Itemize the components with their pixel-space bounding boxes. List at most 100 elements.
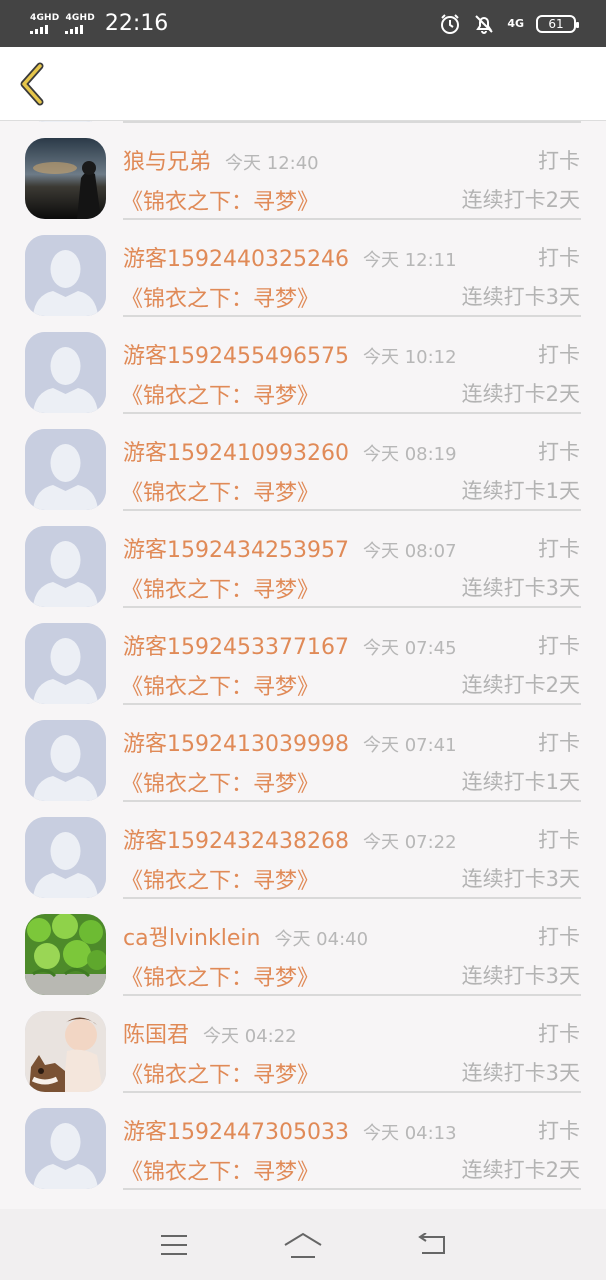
home-button[interactable] [283,1225,323,1265]
book-title-link[interactable]: 《锦衣之下：寻梦》 [121,863,319,895]
list-item[interactable]: 游客1592410993260 今天 08:19 打卡《锦衣之下：寻梦》 连续打卡1天 [0,413,606,511]
avatar[interactable] [25,332,106,413]
signal-icon [30,24,48,34]
checkin-time: 今天 12:11 [362,250,457,271]
list-item[interactable]: ca꿩lvinklein 今天 04:40 打卡《锦衣之下：寻梦》 连续打卡3天 [0,898,606,996]
checkin-label: 打卡 [538,440,580,464]
user-name-text: 游客1592455496575 [123,344,349,369]
avatar[interactable] [25,623,106,704]
user-name[interactable]: 游客1592413039998 今天 07:41 [123,726,457,758]
avatar[interactable] [25,235,106,316]
user-name[interactable]: 陈国君 今天 04:22 [123,1017,297,1049]
book-title-link[interactable]: 《锦衣之下：寻梦》 [121,766,319,798]
network-indicator-2: 4GHD [65,12,95,34]
list-item[interactable]: 游客1592434253957 今天 08:07 打卡《锦衣之下：寻梦》 连续打卡3天 [0,510,606,608]
checkin-label: 打卡 [538,1022,580,1046]
checkin-time: 今天 12:40 [225,153,319,174]
avatar[interactable] [25,914,106,995]
checkin-label: 打卡 [538,343,580,367]
streak-count: 连续打卡1天 [461,770,580,794]
book-title-link[interactable]: 《锦衣之下：寻梦》 [121,184,319,216]
streak-count: 连续打卡3天 [461,576,580,600]
book-title-link[interactable]: 《锦衣之下：寻梦》 [121,281,319,313]
book-title-link[interactable]: 《锦衣之下：寻梦》 [121,572,319,604]
book-title-link[interactable]: 《锦衣之下：寻梦》 [121,1057,319,1089]
checkin-label: 打卡 [538,537,580,561]
user-name[interactable]: 游客1592447305033 今天 04:13 [123,1114,457,1146]
user-name[interactable]: 游客1592434253957 今天 08:07 [123,532,457,564]
user-name[interactable]: ca꿩lvinklein 今天 04:40 [123,920,368,952]
list-item[interactable]: 游客1592413039998 今天 07:41 打卡《锦衣之下：寻梦》 连续打卡1天 [0,704,606,802]
clock: 22:16 [104,11,169,36]
checkin-time: 今天 07:45 [362,638,457,659]
checkin-label: 打卡 [538,828,580,852]
network-label-2: 4GHD [65,12,95,23]
checkin-time: 今天 07:41 [362,735,457,756]
user-name[interactable]: 狼与兄弟 今天 12:40 [123,144,319,176]
streak-count: 连续打卡3天 [461,964,580,988]
battery-level: 61 [548,16,564,31]
checkin-time: 今天 08:07 [362,541,457,562]
checkin-list-inner: 狼与兄弟 今天 12:40 打卡 《锦衣之下：寻梦》 连续打卡2天 游客159244032… [0,121,606,1190]
user-name-text: 狼与兄弟 [123,150,212,175]
list-item[interactable]: 游客1592447305033 今天 04:13 打卡《锦衣之下：寻梦》 连续打卡2天 [0,1092,606,1190]
book-title-link[interactable]: 《锦衣之下：寻梦》 [121,960,319,992]
streak-count: 连续打卡2天 [461,382,580,406]
avatar[interactable] [25,1011,106,1092]
list-item[interactable]: 游客1592432438268 今天 07:22 打卡 《锦衣之下：寻梦》 连续打卡3天 [0,801,606,899]
checkin-label: 打卡 [538,246,580,270]
list-item[interactable]: 游客1592455496575 今天 10:12 打卡《锦衣之下：寻梦》 连续打卡2天 [0,316,606,414]
avatar[interactable] [25,1108,106,1189]
system-nav-bar [0,1209,606,1280]
checkin-time: 今天 08:19 [362,444,457,465]
back-nav-button[interactable] [412,1225,452,1265]
user-name-text: 陈国君 [123,1023,190,1048]
checkin-label: 打卡 [538,634,580,658]
list-item[interactable]: 游客1592453377167 今天 07:45 打卡 《锦衣之下：寻梦》 连续打卡2天 [0,607,606,705]
checkin-label: 打卡 [538,149,580,173]
avatar[interactable] [25,138,106,219]
signal-icon [65,24,84,34]
checkin-label: 打卡 [538,925,580,949]
checkin-label: 打卡 [538,731,580,755]
back-button[interactable] [12,59,52,109]
menu-button[interactable] [154,1225,194,1265]
divider [123,1188,581,1190]
book-title-link[interactable]: 《锦衣之下：寻梦》 [121,1154,319,1186]
user-name[interactable]: 游客1592453377167 今天 07:45 [123,629,457,661]
user-name[interactable]: 游客1592440325246 今天 12:11 [123,241,457,273]
streak-count: 连续打卡1天 [461,479,580,503]
user-name-text: ca꿩lvinklein [123,926,261,951]
streak-count: 连续打卡2天 [461,188,580,212]
checkin-time: 今天 04:40 [274,929,369,950]
list-item[interactable]: 游客1592440325246 今天 12:11 打卡 《锦衣之下：寻梦》 连续打卡3天 [0,219,606,317]
avatar[interactable] [25,817,106,898]
streak-count: 连续打卡2天 [461,1158,580,1182]
user-name-text: 游客1592432438268 [123,829,349,854]
lte-indicator: 4G [507,17,524,30]
avatar[interactable] [25,720,106,801]
streak-count: 连续打卡3天 [461,1061,580,1085]
user-name[interactable]: 游客1592432438268 今天 07:22 [123,823,457,855]
book-title-link[interactable]: 《锦衣之下：寻梦》 [121,475,319,507]
menu-icon [161,1234,188,1255]
book-title-link[interactable]: 《锦衣之下：寻梦》 [121,378,319,410]
list-item[interactable]: 陈国君 今天 04:22 打卡《锦衣之下：寻梦》 连续打卡3天 [0,995,606,1093]
book-title-link[interactable]: 《锦衣之下：寻梦》 [121,669,319,701]
user-name-text: 游客1592440325246 [123,247,349,272]
network-label-1: 4GHD [30,12,60,23]
user-name[interactable]: 游客1592410993260 今天 08:19 [123,435,457,467]
avatar[interactable] [25,429,106,510]
user-name-text: 游客1592453377167 [123,635,349,660]
user-name[interactable]: 游客1592455496575 今天 10:12 [123,338,457,370]
list-item[interactable]: 狼与兄弟 今天 12:40 打卡《锦衣之下：寻梦》 连续打卡2天 [0,122,606,220]
user-name-text: 游客1592447305033 [123,1120,349,1145]
checkin-list[interactable]: 狼与兄弟 今天 12:40 打卡 《锦衣之下：寻梦》 连续打卡2天 游客159244032… [0,121,606,1209]
checkin-label: 打卡 [538,1119,580,1143]
battery-icon: 61 [536,14,579,33]
checkin-time: 今天 10:12 [362,347,457,368]
user-name-text: 游客1592434253957 [123,538,349,563]
mute-bell-icon [473,13,495,35]
checkin-time: 今天 07:22 [362,832,457,853]
avatar[interactable] [25,526,106,607]
